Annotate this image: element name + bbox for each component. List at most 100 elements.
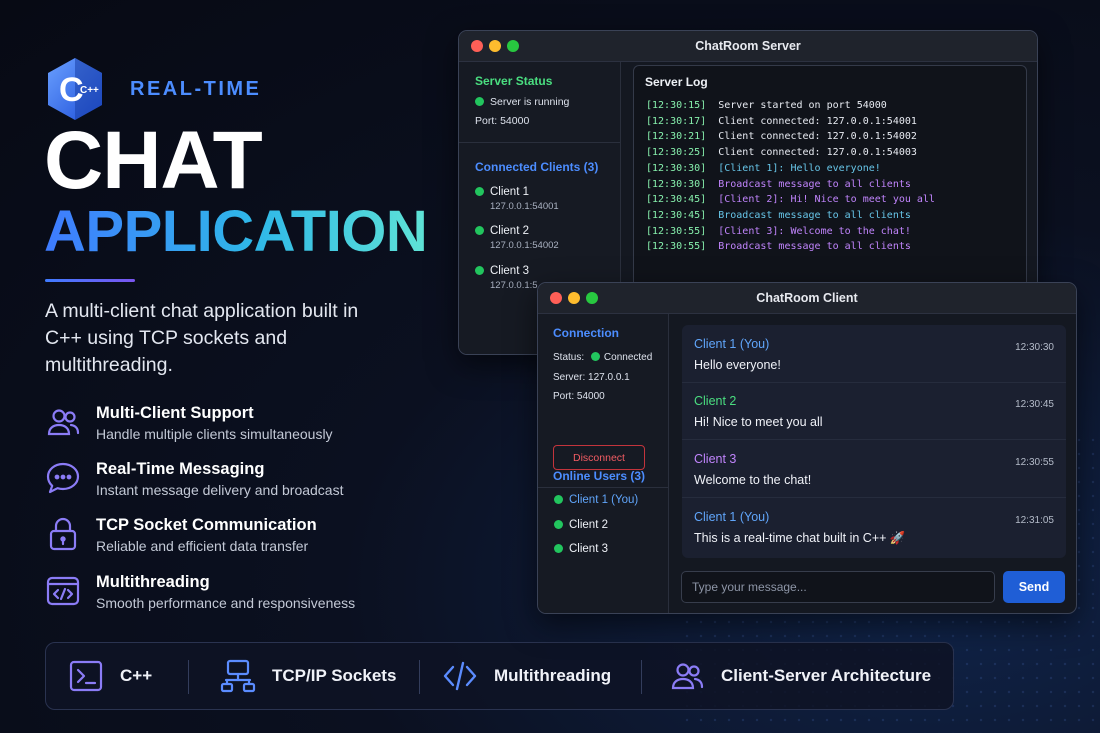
server-port: Port: 54000 (553, 391, 605, 402)
message-sender: Client 2 (694, 394, 737, 408)
lock-icon (49, 517, 77, 551)
log-timestamp: [12:30:15] (646, 100, 707, 111)
online-user-item[interactable]: Client 3 (554, 543, 608, 555)
tech-cpp: C++ (68, 643, 152, 709)
log-line: [12:30:55] [Client 3]: Welcome to the cha… (646, 226, 911, 237)
user-name: Client 2 (569, 519, 608, 531)
log-message: Broadcast message to all clients (718, 241, 911, 253)
connection-title: Connection (553, 326, 619, 340)
message-text: Hello everyone! (694, 358, 781, 372)
log-line: [12:30:30] Broadcast message to all clien… (646, 179, 911, 190)
log-message: [Client 3]: Welcome to the chat! (718, 225, 911, 237)
users-icon (671, 663, 704, 690)
divider (641, 660, 642, 694)
log-timestamp: [12:30:25] (646, 147, 707, 159)
log-timestamp: [12:30:45] (646, 194, 707, 206)
feature-realtime: Real-Time Messaging Instant message deli… (45, 458, 445, 502)
feature-tcp: TCP Socket Communication Reliable and ef… (45, 514, 445, 558)
status-dot (475, 266, 484, 275)
log-message: Client connected: 127.0.0.1:54002 (718, 131, 917, 143)
server-port: Port: 54000 (475, 115, 530, 127)
client-item[interactable]: Client 1 127.0.0.1:54001 (475, 186, 559, 212)
client-address: 127.0.0.1:5 (490, 280, 538, 291)
feature-multi-client: Multi-Client Support Handle multiple cli… (45, 402, 445, 446)
log-line: [12:30:45] Broadcast message to all clien… (646, 210, 911, 221)
message-time: 12:30:30 (1015, 342, 1054, 353)
chat-bubble-icon (46, 462, 80, 494)
window-title: ChatRoom Client (756, 291, 858, 305)
feature-desc: Reliable and efficient data transfer (96, 538, 309, 554)
log-message: [Client 2]: Hi! Nice to meet you all (718, 194, 935, 206)
message-text: Hi! Nice to meet you all (694, 415, 823, 429)
message-item: Client 1 (You) 12:30:30 Hello everyone! (682, 325, 1066, 383)
log-timestamp: [12:30:55] (646, 241, 707, 253)
tech-multithreading: Multithreading (442, 643, 611, 709)
tagline: REAL-TIME (130, 78, 262, 100)
cpp-logo: C C++ (45, 56, 105, 122)
log-message: Client connected: 127.0.0.1:54001 (718, 115, 917, 127)
message-item: Client 1 (You) 12:31:05 This is a real-t… (682, 498, 1066, 556)
log-message: [Client 1]: Hello everyone! (718, 162, 881, 174)
accent-divider (45, 279, 135, 282)
message-item: Client 2 12:30:45 Hi! Nice to meet you a… (682, 382, 1066, 440)
client-item[interactable]: Client 2 127.0.0.1:54002 (475, 225, 559, 251)
server-titlebar: ChatRoom Server (459, 31, 1037, 62)
log-message: Broadcast message to all clients (718, 178, 911, 190)
server-status-title: Server Status (475, 74, 553, 88)
message-text: This is a real-time chat built in C++ 🚀 (694, 531, 906, 545)
online-user-item[interactable]: Client 1 (You) (554, 494, 638, 506)
tech-label: C++ (120, 666, 153, 685)
status-dot (475, 226, 484, 235)
tech-label: TCP/IP Sockets (272, 666, 397, 685)
user-name: Client 1 (You) (569, 494, 639, 506)
status-value: Connected (603, 352, 653, 363)
log-line: [12:30:21] Client connected: 127.0.0.1:54… (646, 131, 917, 142)
code-brackets-icon (443, 661, 477, 691)
window-title: ChatRoom Server (695, 39, 801, 53)
page-title-line2: APPLICATION (44, 199, 428, 264)
feature-title: Multi-Client Support (96, 404, 254, 422)
message-sender: Client 3 (694, 452, 737, 466)
server-status: Server is running (475, 96, 569, 108)
status-dot (475, 97, 484, 106)
log-line: [12:30:17] Client connected: 127.0.0.1:54… (646, 116, 917, 127)
network-icon (220, 659, 256, 693)
log-timestamp: [12:30:30] (646, 178, 707, 190)
log-timestamp: [12:30:30] (646, 162, 707, 174)
divider (188, 660, 189, 694)
message-list[interactable]: Client 1 (You) 12:30:30 Hello everyone! … (682, 325, 1066, 558)
message-input[interactable] (681, 571, 995, 603)
code-window-icon (46, 576, 80, 606)
status-dot (554, 495, 563, 504)
hero-description: A multi-client chat application built in… (45, 300, 359, 376)
client-sidebar: Connection Status: Connected Server: 127… (538, 314, 669, 613)
message-text: Welcome to the chat! (694, 473, 812, 487)
feature-title: Real-Time Messaging (96, 460, 265, 478)
send-button[interactable]: Send (1003, 571, 1065, 603)
divider (419, 660, 420, 694)
log-line: [12:30:45] [Client 2]: Hi! Nice to meet y… (646, 194, 935, 205)
users-icon (47, 409, 80, 436)
client-item[interactable]: Client 3 127.0.0.1:5 (475, 265, 538, 291)
log-timestamp: [12:30:21] (646, 131, 707, 143)
divider (538, 487, 669, 488)
log-line: [12:30:25] Client connected: 127.0.0.1:54… (646, 147, 917, 158)
client-name: Client 1 (490, 186, 529, 198)
status-dot (554, 520, 563, 529)
log-timestamp: [12:30:17] (646, 115, 707, 127)
client-address: 127.0.0.1:54001 (490, 201, 559, 212)
client-titlebar: ChatRoom Client (538, 283, 1076, 314)
status-dot (554, 544, 563, 553)
log-message: Client connected: 127.0.0.1:54003 (718, 147, 917, 159)
client-name: Client 3 (490, 265, 529, 277)
disconnect-button[interactable]: Disconnect (553, 445, 645, 470)
divider (459, 142, 621, 143)
feature-desc: Handle multiple clients simultaneously (96, 426, 333, 442)
status-dot (475, 187, 484, 196)
feature-desc: Instant message delivery and broadcast (96, 482, 344, 498)
tech-tcp: TCP/IP Sockets (220, 643, 396, 709)
server-log-title: Server Log (645, 75, 708, 89)
online-users-title: Online Users (3) (553, 469, 646, 483)
feature-desc: Smooth performance and responsiveness (96, 595, 356, 611)
online-user-item[interactable]: Client 2 (554, 519, 608, 531)
